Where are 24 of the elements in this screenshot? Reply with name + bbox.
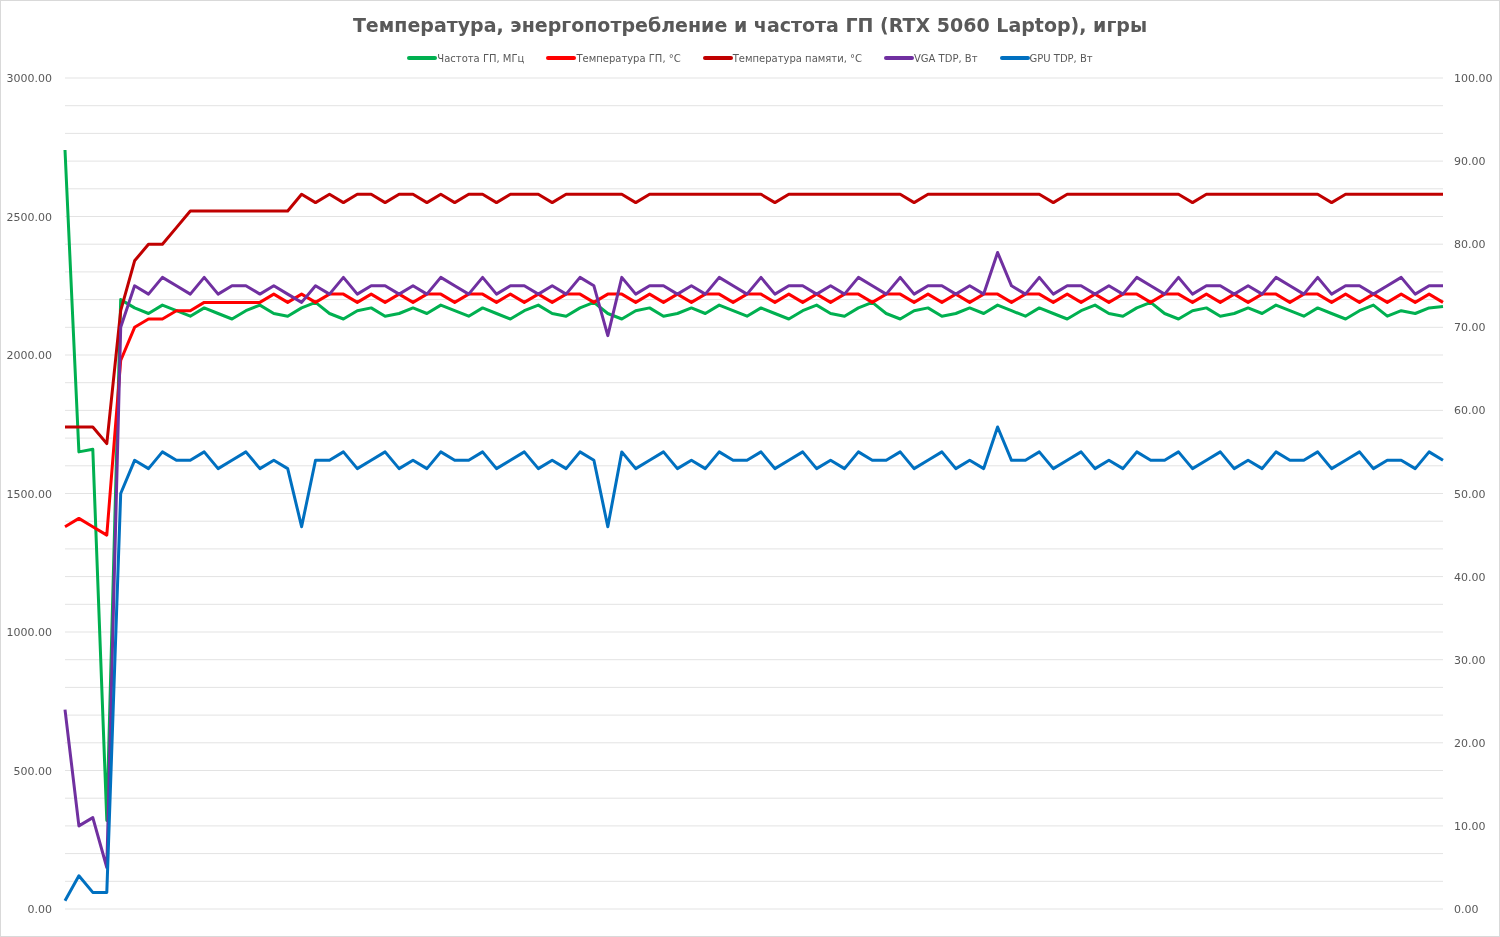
right-axis-label: 80.00	[1454, 238, 1486, 252]
legend-label: GPU TDP, Вт	[1029, 52, 1093, 64]
left-axis-label: 0.00	[27, 903, 52, 916]
legend-label: VGA TDP, Вт	[914, 52, 978, 64]
right-axis-label: 50.00	[1454, 487, 1486, 501]
right-axis-label: 70.00	[1454, 321, 1486, 335]
left-axis-label: 500.00	[13, 764, 52, 778]
right-axis-label: 40.00	[1454, 570, 1486, 584]
legend-label: Температура ГП, °C	[576, 52, 681, 64]
left-axis-label: 2000.00	[6, 349, 52, 362]
legend-label: Частота ГП, МГц	[437, 52, 525, 64]
right-axis-label: 20.00	[1454, 736, 1486, 750]
left-axis-label: 2500.00	[6, 210, 52, 224]
right-axis-label: 0.00	[1454, 903, 1479, 916]
right-axis-label: 10.00	[1454, 819, 1486, 833]
chart-title: Температура, энергопотребление и частота ГП (RTX 5060 Laptop), игры	[352, 14, 1148, 36]
left-axis-label: 3000.00	[6, 72, 52, 85]
right-axis-label: 90.00	[1454, 155, 1486, 169]
left-axis-label: 1000.00	[6, 626, 52, 639]
left-axis-label: 1500.00	[6, 487, 52, 501]
right-axis-label: 100.00	[1454, 72, 1493, 85]
right-axis-label: 60.00	[1454, 404, 1486, 418]
right-axis-label: 30.00	[1454, 653, 1486, 667]
legend-label: Температура памяти, °C	[732, 52, 862, 64]
